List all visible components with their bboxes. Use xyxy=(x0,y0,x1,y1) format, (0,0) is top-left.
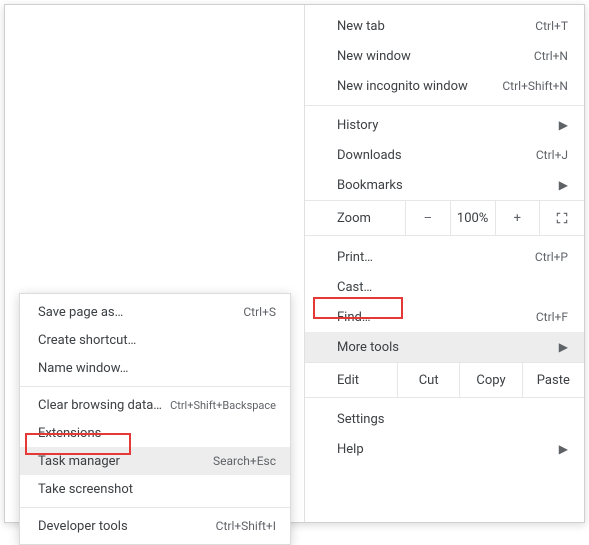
chevron-right-icon: ▶ xyxy=(559,118,568,132)
submenu-save-page-shortcut: Ctrl+S xyxy=(243,305,276,319)
submenu-extensions-label: Extensions xyxy=(38,426,276,441)
submenu-clear-browsing-data[interactable]: Clear browsing data… Ctrl+Shift+Backspac… xyxy=(20,391,290,419)
chrome-main-menu: New tab Ctrl+T New window Ctrl+N New inc… xyxy=(304,5,584,522)
submenu-name-window-label: Name window… xyxy=(38,361,276,376)
edit-cut-button[interactable]: Cut xyxy=(397,363,459,397)
submenu-create-shortcut-label: Create shortcut… xyxy=(38,333,276,348)
submenu-clear-browsing-label: Clear browsing data… xyxy=(38,398,170,413)
fullscreen-button[interactable] xyxy=(539,201,584,235)
zoom-out-button[interactable]: – xyxy=(405,201,450,235)
menu-new-incognito[interactable]: New incognito window Ctrl+Shift+N xyxy=(305,71,584,101)
submenu-extensions[interactable]: Extensions xyxy=(20,419,290,447)
menu-downloads-label: Downloads xyxy=(337,148,536,163)
separator xyxy=(20,507,290,508)
submenu-developer-tools-label: Developer tools xyxy=(38,519,216,534)
menu-settings-label: Settings xyxy=(337,412,568,427)
menu-bookmarks-label: Bookmarks xyxy=(337,178,559,193)
menu-zoom-row: Zoom – 100% + xyxy=(305,200,584,236)
separator xyxy=(20,386,290,387)
menu-history[interactable]: History ▶ xyxy=(305,110,584,140)
menu-downloads-shortcut: Ctrl+J xyxy=(536,148,568,162)
menu-print-shortcut: Ctrl+P xyxy=(535,250,568,264)
submenu-name-window[interactable]: Name window… xyxy=(20,354,290,382)
menu-print-label: Print… xyxy=(337,250,535,265)
submenu-task-manager-label: Task manager xyxy=(38,454,213,469)
menu-downloads[interactable]: Downloads Ctrl+J xyxy=(305,140,584,170)
menu-new-tab-shortcut: Ctrl+T xyxy=(535,19,568,33)
menu-more-tools-label: More tools xyxy=(337,340,559,355)
menu-zoom-label: Zoom xyxy=(305,211,405,226)
more-tools-submenu: Save page as… Ctrl+S Create shortcut… Na… xyxy=(19,293,291,545)
submenu-task-manager[interactable]: Task manager Search+Esc xyxy=(20,447,290,475)
fullscreen-icon xyxy=(555,211,569,225)
menu-cast-label: Cast… xyxy=(337,280,568,295)
submenu-clear-browsing-shortcut: Ctrl+Shift+Backspace xyxy=(170,399,276,412)
menu-edit-row: Edit Cut Copy Paste xyxy=(305,362,584,398)
menu-new-incognito-label: New incognito window xyxy=(337,79,502,94)
menu-new-tab[interactable]: New tab Ctrl+T xyxy=(305,11,584,41)
menu-bookmarks[interactable]: Bookmarks ▶ xyxy=(305,170,584,200)
submenu-developer-tools-shortcut: Ctrl+Shift+I xyxy=(216,519,276,533)
menu-edit-label: Edit xyxy=(305,373,397,388)
chevron-right-icon: ▶ xyxy=(559,442,568,456)
menu-more-tools[interactable]: More tools ▶ xyxy=(305,332,584,362)
edit-paste-button[interactable]: Paste xyxy=(522,363,584,397)
menu-find-label: Find… xyxy=(337,310,536,325)
submenu-task-manager-shortcut: Search+Esc xyxy=(213,454,276,468)
menu-new-incognito-shortcut: Ctrl+Shift+N xyxy=(502,79,568,93)
menu-new-window[interactable]: New window Ctrl+N xyxy=(305,41,584,71)
chevron-right-icon: ▶ xyxy=(559,178,568,192)
screenshot-frame: New tab Ctrl+T New window Ctrl+N New inc… xyxy=(4,4,585,523)
menu-new-window-label: New window xyxy=(337,49,534,64)
menu-find[interactable]: Find… Ctrl+F xyxy=(305,302,584,332)
menu-cast[interactable]: Cast… xyxy=(305,272,584,302)
menu-help[interactable]: Help ▶ xyxy=(305,434,584,464)
separator xyxy=(305,105,584,106)
edit-copy-button[interactable]: Copy xyxy=(459,363,521,397)
submenu-save-page-label: Save page as… xyxy=(38,305,243,320)
submenu-take-screenshot-label: Take screenshot xyxy=(38,482,276,497)
menu-settings[interactable]: Settings xyxy=(305,404,584,434)
menu-history-label: History xyxy=(337,118,559,133)
chevron-right-icon: ▶ xyxy=(559,340,568,354)
menu-print[interactable]: Print… Ctrl+P xyxy=(305,242,584,272)
menu-help-label: Help xyxy=(337,442,559,457)
menu-find-shortcut: Ctrl+F xyxy=(536,310,568,324)
submenu-create-shortcut[interactable]: Create shortcut… xyxy=(20,326,290,354)
submenu-save-page[interactable]: Save page as… Ctrl+S xyxy=(20,298,290,326)
submenu-take-screenshot[interactable]: Take screenshot xyxy=(20,475,290,503)
menu-new-window-shortcut: Ctrl+N xyxy=(534,49,568,63)
zoom-in-button[interactable]: + xyxy=(495,201,540,235)
zoom-value: 100% xyxy=(450,201,495,235)
menu-new-tab-label: New tab xyxy=(337,19,535,34)
submenu-developer-tools[interactable]: Developer tools Ctrl+Shift+I xyxy=(20,512,290,540)
